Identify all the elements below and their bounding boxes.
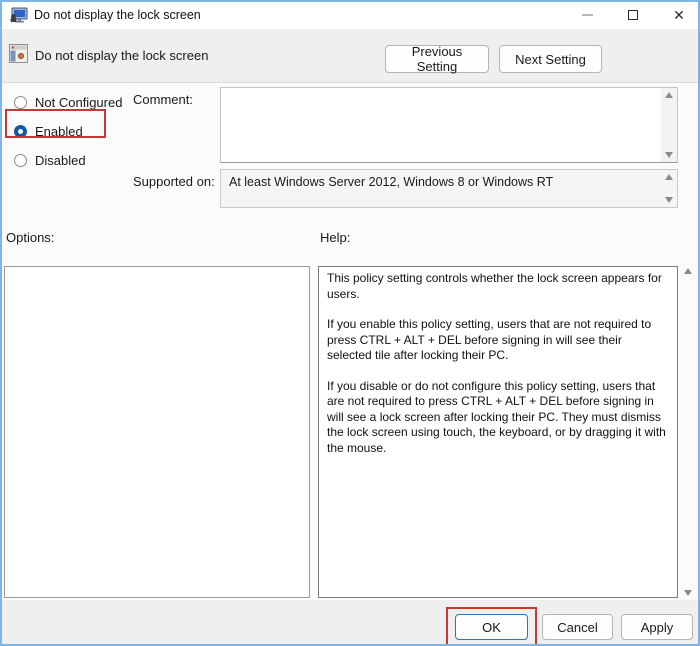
scroll-up-icon[interactable]: [665, 92, 673, 98]
scroll-down-icon[interactable]: [665, 152, 673, 158]
comment-label: Comment:: [133, 92, 193, 107]
dialog-footer: OK Cancel Apply: [2, 600, 698, 644]
dialog-body: Not Configured Enabled Disabled Comment:…: [2, 84, 698, 600]
comment-scrollbar[interactable]: [661, 88, 677, 162]
radio-not-configured[interactable]: Not Configured: [14, 92, 122, 112]
maximize-icon: [628, 10, 638, 20]
help-paragraph: This policy setting controls whether the…: [327, 271, 662, 301]
options-panel: [4, 266, 310, 598]
policy-name: Do not display the lock screen: [35, 48, 209, 63]
radio-enabled[interactable]: Enabled: [14, 121, 83, 141]
cancel-button[interactable]: Cancel: [542, 614, 613, 640]
radio-circle: [14, 95, 27, 109]
close-button[interactable]: ✕: [664, 2, 694, 28]
title-bar: Do not display the lock screen ✕: [2, 2, 698, 29]
previous-setting-button[interactable]: Previous Setting: [385, 44, 489, 74]
next-setting-button[interactable]: Next Setting: [499, 45, 602, 73]
radio-circle: [14, 124, 27, 138]
help-panel[interactable]: This policy setting controls whether the…: [318, 266, 678, 598]
supported-scrollbar[interactable]: [661, 170, 677, 207]
policy-header: Do not display the lock screen Previous …: [2, 29, 698, 83]
close-icon: ✕: [673, 7, 685, 23]
minimize-button[interactable]: [572, 2, 602, 28]
help-scrollbar[interactable]: [680, 266, 696, 598]
radio-label: Enabled: [35, 123, 83, 139]
apply-button[interactable]: Apply: [621, 614, 693, 640]
scroll-down-icon[interactable]: [684, 590, 692, 596]
scroll-up-icon[interactable]: [665, 174, 673, 180]
scroll-up-icon[interactable]: [684, 268, 692, 274]
help-paragraph: If you disable or do not configure this …: [327, 378, 666, 455]
comment-textarea[interactable]: [221, 88, 661, 162]
supported-on-label: Supported on:: [133, 174, 215, 189]
policy-setting-icon: [9, 44, 28, 68]
minimize-icon: [581, 14, 593, 16]
comment-box: [220, 87, 678, 163]
radio-label: Not Configured: [35, 94, 123, 110]
supported-on-box: At least Windows Server 2012, Windows 8 …: [220, 169, 678, 208]
ok-button[interactable]: OK: [455, 614, 528, 640]
radio-label: Disabled: [35, 152, 86, 168]
gpedit-app-icon: [9, 7, 29, 29]
help-paragraph: If you enable this policy setting, users…: [327, 317, 652, 362]
scroll-down-icon[interactable]: [665, 197, 673, 203]
window-title: Do not display the lock screen: [34, 8, 201, 22]
supported-on-value: At least Windows Server 2012, Windows 8 …: [229, 175, 554, 189]
radio-circle: [14, 153, 27, 167]
options-label: Options:: [6, 230, 55, 245]
help-label: Help:: [320, 230, 351, 245]
maximize-button[interactable]: [618, 2, 648, 28]
policy-dialog-window: Do not display the lock screen ✕ Do not …: [0, 0, 700, 646]
radio-disabled[interactable]: Disabled: [14, 150, 86, 170]
